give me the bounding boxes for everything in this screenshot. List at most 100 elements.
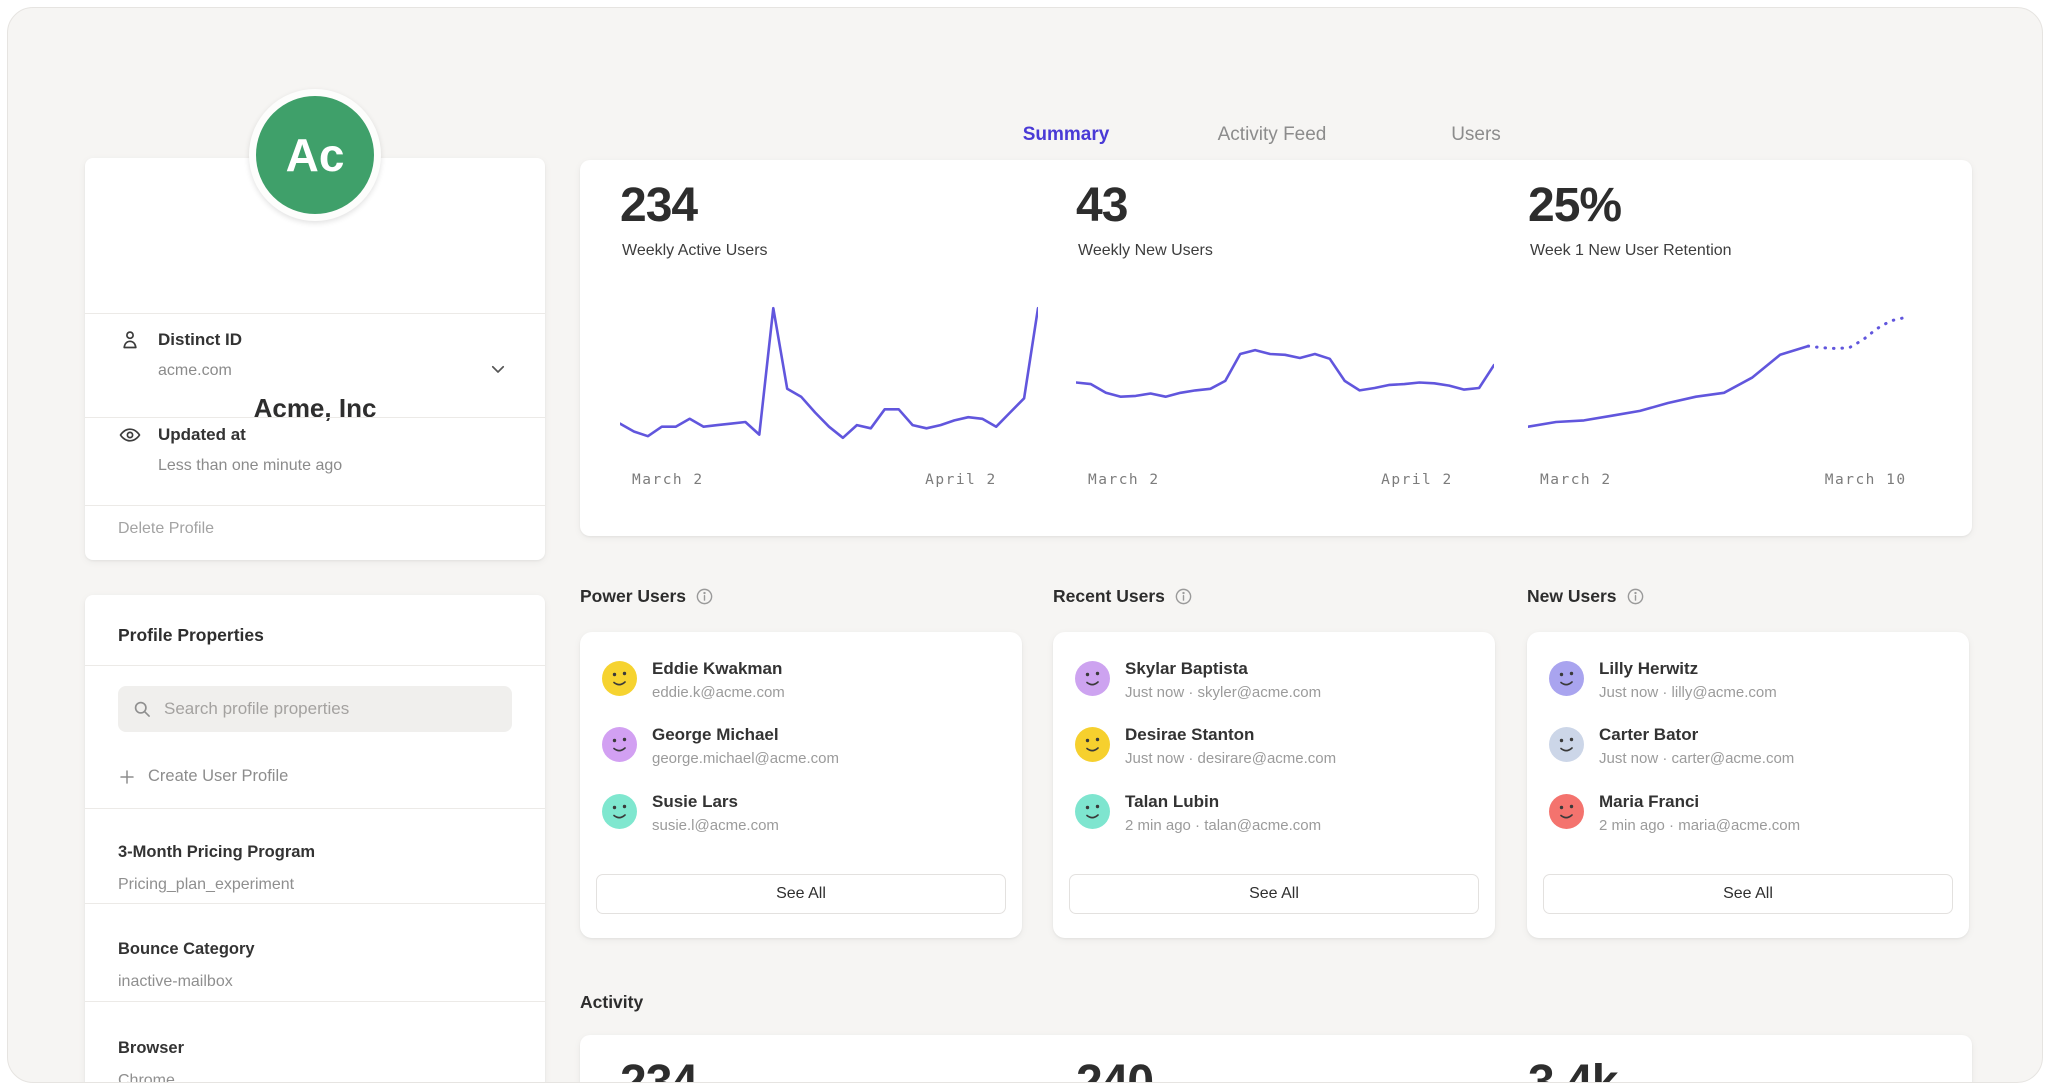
avatar-face-icon	[1549, 794, 1584, 829]
see-all-button[interactable]: See All	[1543, 874, 1953, 914]
avatar-face-icon	[1075, 794, 1110, 829]
user-subtext: susie.l@acme.com	[652, 817, 779, 834]
plus-icon	[118, 768, 136, 786]
divider	[85, 313, 545, 314]
x-tick: March 10	[1825, 472, 1907, 488]
user-name: Desirae Stanton	[1125, 725, 1254, 745]
power-users-header: Power Users	[580, 586, 714, 607]
profile-properties-search[interactable]	[118, 686, 512, 732]
app-frame: Ac Acme, Inc Distinct ID acme.com	[7, 7, 2043, 1083]
recent-users-card: Skylar Baptista Just now · skyler@acme.c…	[1053, 632, 1495, 938]
property-value: Chrome	[118, 1072, 175, 1083]
user-row[interactable]: George Michael george.michael@acme.com	[602, 725, 1000, 783]
section-title: Power Users	[580, 586, 686, 607]
x-axis: March 2 April 2	[620, 472, 1038, 492]
user-name: Maria Franci	[1599, 792, 1699, 812]
x-tick: April 2	[1381, 472, 1453, 488]
profile-properties-card: Profile Properties Create User Profile 3…	[85, 595, 545, 1083]
property-row-pricing-program[interactable]: 3-Month Pricing Program Pricing_plan_exp…	[85, 843, 545, 903]
weekly-new-users-line-chart	[1076, 288, 1494, 458]
user-subtext: 2 min ago · maria@acme.com	[1599, 817, 1800, 834]
metric-week1-retention: 25% Week 1 New User Retention March 2 Ma…	[1528, 160, 1946, 536]
metric-weekly-active-users: 234 Weekly Active Users March 2 April 2	[620, 160, 1038, 536]
recent-users-header: Recent Users	[1053, 586, 1193, 607]
x-tick: March 2	[632, 472, 704, 488]
avatar-face-icon	[1075, 727, 1110, 762]
user-name: Eddie Kwakman	[652, 659, 782, 679]
profile-properties-title: Profile Properties	[118, 625, 264, 646]
field-label: Distinct ID	[158, 330, 242, 350]
divider	[85, 665, 545, 666]
property-row-browser[interactable]: Browser Chrome	[85, 1039, 545, 1083]
user-row[interactable]: Lilly Herwitz Just now · lilly@acme.com	[1549, 659, 1947, 717]
info-icon[interactable]	[1626, 587, 1645, 606]
chevron-down-icon[interactable]	[489, 360, 507, 378]
new-users-header: New Users	[1527, 586, 1645, 607]
user-subtext: george.michael@acme.com	[652, 750, 839, 767]
divider	[85, 808, 545, 809]
x-tick: March 2	[1088, 472, 1160, 488]
create-user-profile-label: Create User Profile	[148, 767, 288, 786]
company-avatar: Ac	[249, 89, 381, 221]
user-row[interactable]: Desirae Stanton Just now · desirare@acme…	[1075, 725, 1473, 783]
user-avatar	[1549, 661, 1584, 696]
user-name: Lilly Herwitz	[1599, 659, 1698, 679]
info-icon[interactable]	[1174, 587, 1193, 606]
user-name: George Michael	[652, 725, 779, 745]
user-avatar	[1549, 727, 1584, 762]
stat-value: 234	[620, 178, 697, 233]
x-tick: April 2	[925, 472, 997, 488]
new-users-card: Lilly Herwitz Just now · lilly@acme.com …	[1527, 632, 1969, 938]
tab-label: Activity Feed	[1218, 124, 1327, 145]
search-icon	[132, 699, 152, 719]
property-label: Browser	[118, 1039, 184, 1058]
user-subtext: Just now · skyler@acme.com	[1125, 684, 1321, 701]
property-row-bounce-category[interactable]: Bounce Category inactive-mailbox	[85, 940, 545, 1000]
divider	[85, 1001, 545, 1002]
avatar-face-icon	[1075, 661, 1110, 696]
user-subtext: eddie.k@acme.com	[652, 684, 785, 701]
tab-activity-feed[interactable]: Activity Feed	[1218, 124, 1327, 158]
user-avatar	[602, 727, 637, 762]
divider	[85, 505, 545, 506]
user-name: Talan Lubin	[1125, 792, 1219, 812]
person-icon	[118, 328, 142, 352]
section-title: New Users	[1527, 586, 1617, 607]
user-subtext: Just now · desirare@acme.com	[1125, 750, 1336, 767]
info-icon[interactable]	[695, 587, 714, 606]
property-label: 3-Month Pricing Program	[118, 843, 315, 862]
user-row[interactable]: Susie Lars susie.l@acme.com	[602, 792, 1000, 850]
user-row[interactable]: Talan Lubin 2 min ago · talan@acme.com	[1075, 792, 1473, 850]
divider	[85, 903, 545, 904]
activity-stat: 234	[620, 1055, 697, 1083]
retention-line-chart	[1528, 288, 1946, 458]
weekly-active-users-line-chart	[620, 288, 1038, 458]
user-row[interactable]: Skylar Baptista Just now · skyler@acme.c…	[1075, 659, 1473, 717]
tab-users[interactable]: Users	[1451, 124, 1501, 158]
tab-summary[interactable]: Summary	[1023, 124, 1110, 158]
stat-label: Week 1 New User Retention	[1530, 242, 1732, 260]
activity-card: 234 240 3.4k	[580, 1035, 1972, 1083]
activity-title: Activity	[580, 992, 643, 1013]
user-name: Skylar Baptista	[1125, 659, 1248, 679]
user-row[interactable]: Carter Bator Just now · carter@acme.com	[1549, 725, 1947, 783]
metric-weekly-new-users: 43 Weekly New Users March 2 April 2	[1076, 160, 1494, 536]
field-updated-at: Updated at Less than one minute ago	[85, 423, 545, 511]
user-row[interactable]: Eddie Kwakman eddie.k@acme.com	[602, 659, 1000, 717]
x-axis: March 2 March 10	[1528, 472, 1946, 492]
divider	[85, 417, 545, 418]
delete-profile-button[interactable]: Delete Profile	[118, 520, 214, 538]
user-subtext: Just now · carter@acme.com	[1599, 750, 1794, 767]
search-input[interactable]	[162, 698, 498, 720]
avatar-face-icon	[602, 794, 637, 829]
see-all-button[interactable]: See All	[596, 874, 1006, 914]
see-all-button[interactable]: See All	[1069, 874, 1479, 914]
create-user-profile-button[interactable]: Create User Profile	[118, 767, 288, 786]
stat-value: 43	[1076, 178, 1127, 233]
avatar-face-icon	[1549, 661, 1584, 696]
user-row[interactable]: Maria Franci 2 min ago · maria@acme.com	[1549, 792, 1947, 850]
field-label: Updated at	[158, 425, 246, 445]
company-avatar-initials: Ac	[286, 128, 345, 182]
stat-label: Weekly Active Users	[622, 242, 768, 260]
tab-label: Users	[1451, 124, 1501, 145]
